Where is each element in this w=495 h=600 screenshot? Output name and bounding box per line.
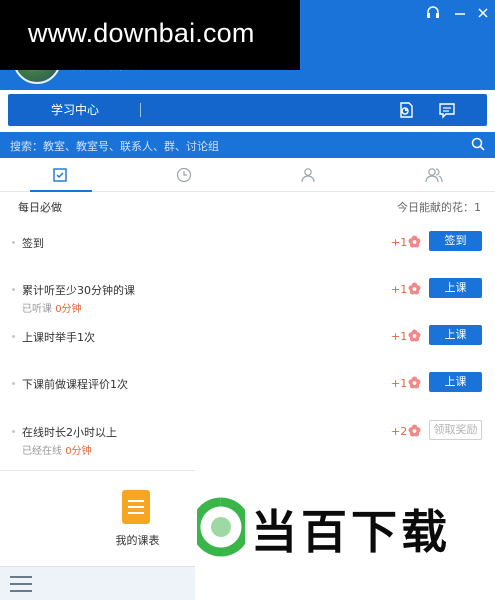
close-icon[interactable] [474, 5, 492, 21]
hamburger-menu-icon[interactable] [10, 576, 32, 592]
daily-section-header: 每日必做 今日能献的花：1 [0, 193, 495, 219]
task-points: +1 [391, 236, 408, 249]
flower-icon [408, 424, 421, 437]
flowers-count: 今日能献的花：1 [397, 201, 481, 214]
bullet [12, 430, 15, 433]
task-points: +1 [391, 330, 408, 343]
task-row: 签到 +1 签到 [0, 228, 495, 274]
task-row: 下课前做课程评价1次 +1 上课 [0, 369, 495, 415]
task-progress-label: 已听课 [22, 304, 52, 315]
task-action-button[interactable]: 上课 [429, 325, 482, 345]
flower-icon [408, 235, 421, 248]
my-schedule-button[interactable]: 我的课表 [110, 490, 165, 550]
bullet [12, 382, 15, 385]
flower-icon [408, 282, 421, 295]
search-input[interactable]: 搜索：教室、教室号、联系人、群、讨论组 [10, 138, 219, 154]
sub-tabs [0, 158, 495, 192]
task-points: +1 [391, 283, 408, 296]
flower-icon [408, 329, 421, 342]
bullet [12, 335, 15, 338]
task-icon [53, 168, 67, 182]
schedule-book-icon [122, 490, 150, 524]
task-progress: 已听课 0分钟 [22, 300, 82, 315]
clock-icon [176, 167, 192, 183]
task-points: +1 [391, 377, 408, 390]
navbar: 学习中心 [8, 94, 487, 126]
nav-divider [140, 103, 141, 117]
minimize-icon[interactable] [451, 5, 469, 21]
task-action-button[interactable]: 上课 [429, 372, 482, 392]
ad-logo-icon [197, 497, 245, 557]
tab-groups[interactable] [402, 158, 464, 192]
tab-study-center[interactable]: 学习中心 [30, 94, 120, 126]
task-title: 签到 [22, 237, 44, 250]
daily-title: 每日必做 [18, 201, 62, 214]
my-schedule-label: 我的课表 [115, 534, 160, 547]
tab-tasks[interactable] [30, 158, 92, 192]
ad-overlay: 当百下载 [195, 447, 495, 600]
bullet [12, 288, 15, 291]
task-action-button[interactable]: 签到 [429, 231, 482, 251]
watermark-banner: www.downbai.com [0, 0, 300, 70]
ad-text: 当百下载 [251, 505, 451, 559]
task-row: 上课时举手1次 +1 上课 [0, 322, 495, 368]
task-title: 在线时长2小时以上 [22, 426, 117, 439]
tab-recent[interactable] [154, 158, 216, 192]
task-title: 下课前做课程评价1次 [22, 378, 128, 391]
task-action-button[interactable]: 上课 [429, 278, 482, 298]
task-action-button[interactable]: 领取奖励 [429, 420, 482, 440]
people-icon [425, 168, 443, 183]
task-row: 累计听至少30分钟的课 已听课 0分钟 +1 上课 [0, 275, 495, 321]
bullet [12, 241, 15, 244]
flower-icon [408, 376, 421, 389]
search-icon[interactable] [471, 137, 485, 151]
person-icon [301, 168, 315, 183]
task-points: +2 [391, 425, 408, 438]
message-icon[interactable] [438, 101, 456, 119]
tab-contacts[interactable] [278, 158, 340, 192]
task-progress-value: 0分钟 [65, 446, 92, 457]
task-progress-label: 已经在线 [22, 446, 62, 457]
task-progress: 已经在线 0分钟 [22, 442, 92, 457]
task-title: 上课时举手1次 [22, 331, 95, 344]
task-progress-value: 0分钟 [55, 304, 82, 315]
search-bar[interactable]: 搜索：教室、教室号、联系人、群、讨论组 [0, 132, 495, 158]
task-title: 累计听至少30分钟的课 [22, 284, 135, 297]
ppt-icon[interactable] [396, 101, 414, 119]
headset-icon[interactable] [424, 5, 442, 21]
